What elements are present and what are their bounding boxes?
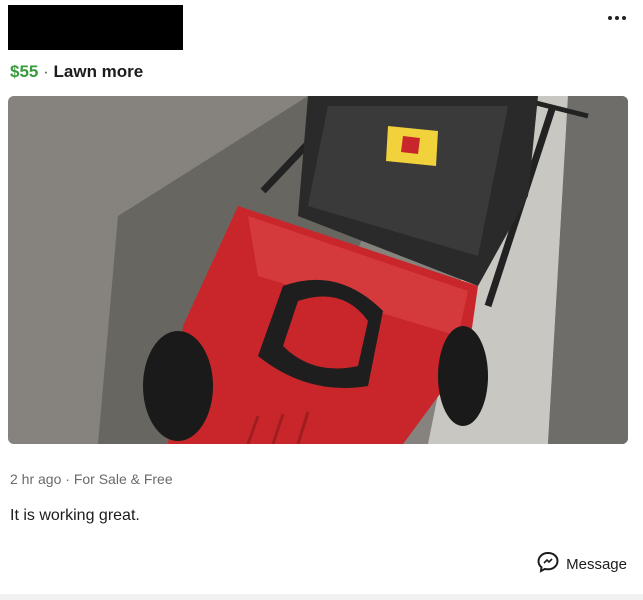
listing-meta: 2 hr ago · For Sale & Free xyxy=(10,471,173,487)
listing-description: It is working great. xyxy=(10,507,140,524)
listing-title: Lawn more xyxy=(53,62,144,81)
lawn-mower-image xyxy=(8,96,628,444)
more-options-icon[interactable] xyxy=(605,8,629,28)
listing-photo[interactable] xyxy=(8,96,628,444)
message-button[interactable]: Message xyxy=(536,550,627,578)
title-separator: · xyxy=(43,62,49,81)
listing-price: $55 xyxy=(10,62,39,81)
listing-title-line: $55 · Lawn more xyxy=(10,62,143,82)
bottom-divider xyxy=(0,594,643,600)
redacted-username xyxy=(8,5,183,50)
message-bubble-icon xyxy=(536,550,560,578)
message-label: Message xyxy=(566,555,627,573)
